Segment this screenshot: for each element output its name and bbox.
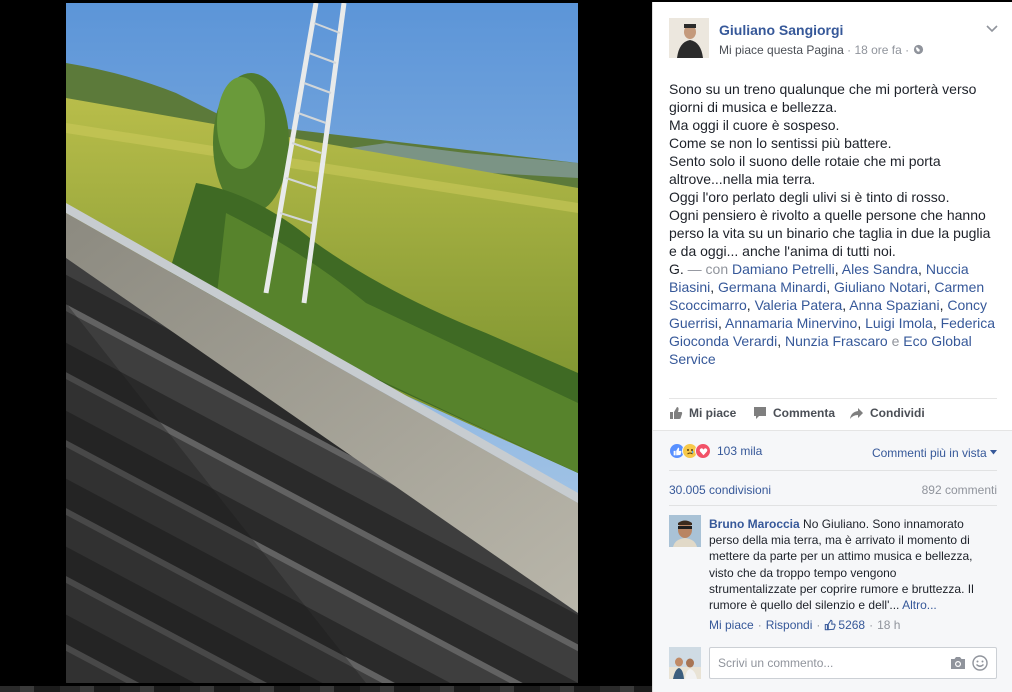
meta-separator-2: · — [905, 43, 913, 57]
comment-text: rumore è quello del silenzio e dell'... — [709, 598, 900, 613]
reactions-count[interactable]: 103 mila — [717, 444, 762, 458]
share-icon — [850, 407, 863, 419]
comment-actions: Mi piace · Rispondi · 5268 · 18 h — [709, 618, 900, 632]
tag-link[interactable]: Annamaria Minervino — [725, 315, 857, 331]
comments-divider — [669, 505, 997, 506]
comment-time[interactable]: 18 h — [877, 618, 900, 632]
shares-count[interactable]: 30.005 condivisioni — [669, 483, 771, 497]
page-name-link[interactable]: Giuliano Sangiorgi — [719, 22, 843, 38]
separator: · — [757, 618, 762, 632]
train-window-landscape-image — [66, 3, 578, 683]
stats-divider — [669, 470, 997, 471]
post-line: perso la vita su un binario che taglia i… — [669, 225, 991, 241]
current-user-avatar — [669, 647, 701, 679]
post-line: Ma oggi il cuore è sospeso. — [669, 117, 840, 133]
comment-body: Bruno Maroccia No Giuliano. Sono innamor… — [709, 516, 1001, 613]
globe-icon — [913, 44, 923, 55]
post-line: e da oggi... anche l'anima di tutti noi. — [669, 243, 896, 259]
caret-down-icon — [990, 450, 997, 455]
actions-divider — [669, 398, 997, 399]
comments-count[interactable]: 892 commenti — [922, 483, 997, 497]
and-word: e — [891, 333, 900, 349]
post-meta: Mi piace questa Pagina · 18 ore fa · — [719, 43, 924, 57]
tag-link[interactable]: Nunzia Frascaro — [785, 333, 888, 349]
comment-icon — [754, 407, 766, 419]
comments-sort-dropdown[interactable]: Commenti più in vista — [872, 446, 997, 460]
comment-composer — [669, 647, 997, 679]
comment-input[interactable] — [710, 648, 940, 678]
camera-icon[interactable] — [950, 656, 966, 670]
photo-strip — [0, 686, 652, 692]
post-time[interactable]: 18 ore fa — [854, 43, 901, 57]
post-line: Sono su un treno qualunque che mi porter… — [669, 81, 977, 97]
tag-link[interactable]: Valeria Patera — [755, 297, 843, 313]
comment-likes-count: 5268 — [838, 618, 866, 632]
post-line: Come se non lo sentissi più battere. — [669, 135, 892, 151]
like-button[interactable]: Mi piace — [669, 406, 736, 420]
comment-reply-link[interactable]: Rispondi — [766, 618, 813, 632]
comment-text: No Giuliano. Sono innamorato — [803, 517, 964, 531]
comment-button[interactable]: Commenta — [753, 406, 835, 420]
see-more-link[interactable]: Altro... — [902, 598, 937, 612]
comment-likes[interactable]: 5268 — [824, 618, 865, 632]
separator: · — [869, 618, 874, 632]
comment-button-label: Commenta — [773, 406, 836, 420]
photo-viewer — [0, 0, 652, 692]
tagged-people: G. — con Damiano Petrelli, Ales Sandra, … — [669, 261, 996, 367]
share-button-label: Condividi — [870, 406, 925, 420]
commenter-avatar[interactable] — [669, 515, 701, 547]
comment-like-link[interactable]: Mi piace — [709, 618, 754, 632]
sort-label: Commenti più in vista — [871, 446, 987, 460]
tag-link[interactable]: Damiano Petrelli — [732, 261, 835, 277]
reactions-summary[interactable]: 103 mila — [669, 443, 762, 459]
comment-text: visto che da troppo tempo vengono — [709, 565, 897, 580]
like-page-link[interactable]: Mi piace questa Pagina — [719, 43, 844, 57]
emoji-icon[interactable] — [972, 655, 988, 671]
comment-input-box — [709, 647, 997, 679]
page-avatar[interactable] — [669, 18, 709, 58]
social-section: 103 mila Commenti più in vista 30.005 co… — [653, 430, 1012, 692]
tag-link[interactable]: Ales Sandra — [842, 261, 918, 277]
post-message: Sono su un treno qualunque che mi porter… — [669, 80, 997, 368]
comment-text: strumentalizzate per coprire rumore e br… — [709, 581, 974, 596]
thumbs-up-outline-icon — [825, 619, 836, 631]
tag-link[interactable]: Germana Minardi — [718, 279, 826, 295]
comment-text: mettere da parte per un attimo musica e … — [709, 549, 973, 564]
comment-author-link[interactable]: Bruno Maroccia — [709, 517, 800, 531]
like-button-label: Mi piace — [689, 406, 737, 420]
signature: G. — [669, 261, 684, 277]
post-header: Giuliano Sangiorgi Mi piace questa Pagin… — [669, 18, 999, 62]
thumbs-up-icon — [670, 407, 683, 419]
share-button[interactable]: Condividi — [849, 406, 925, 420]
tag-link[interactable]: Anna Spaziani — [849, 297, 939, 313]
post-line: Sento solo il suono delle rotaie che mi … — [669, 153, 941, 169]
post-line: Ogni pensiero è rivolto a quelle persone… — [669, 207, 986, 223]
post-line: altrove...nella mia terra. — [669, 171, 816, 187]
post-photo[interactable] — [66, 3, 578, 683]
separator: · — [816, 618, 821, 632]
with-label: — con — [687, 261, 729, 277]
love-reaction-icon — [695, 443, 711, 459]
comment-text: perso della mia terra, ma è arrivato il … — [709, 533, 970, 548]
chevron-down-icon[interactable] — [985, 22, 999, 34]
post-line: giorni di musica e bellezza. — [669, 99, 838, 115]
tag-link[interactable]: Giuliano Notari — [834, 279, 927, 295]
post-actions: Mi piace Commenta Condividi — [669, 406, 997, 426]
post-panel: Giuliano Sangiorgi Mi piace questa Pagin… — [652, 2, 1012, 692]
post-line: Oggi l'oro perlato degli ulivi si è tint… — [669, 189, 950, 205]
tag-link[interactable]: Luigi Imola — [865, 315, 933, 331]
